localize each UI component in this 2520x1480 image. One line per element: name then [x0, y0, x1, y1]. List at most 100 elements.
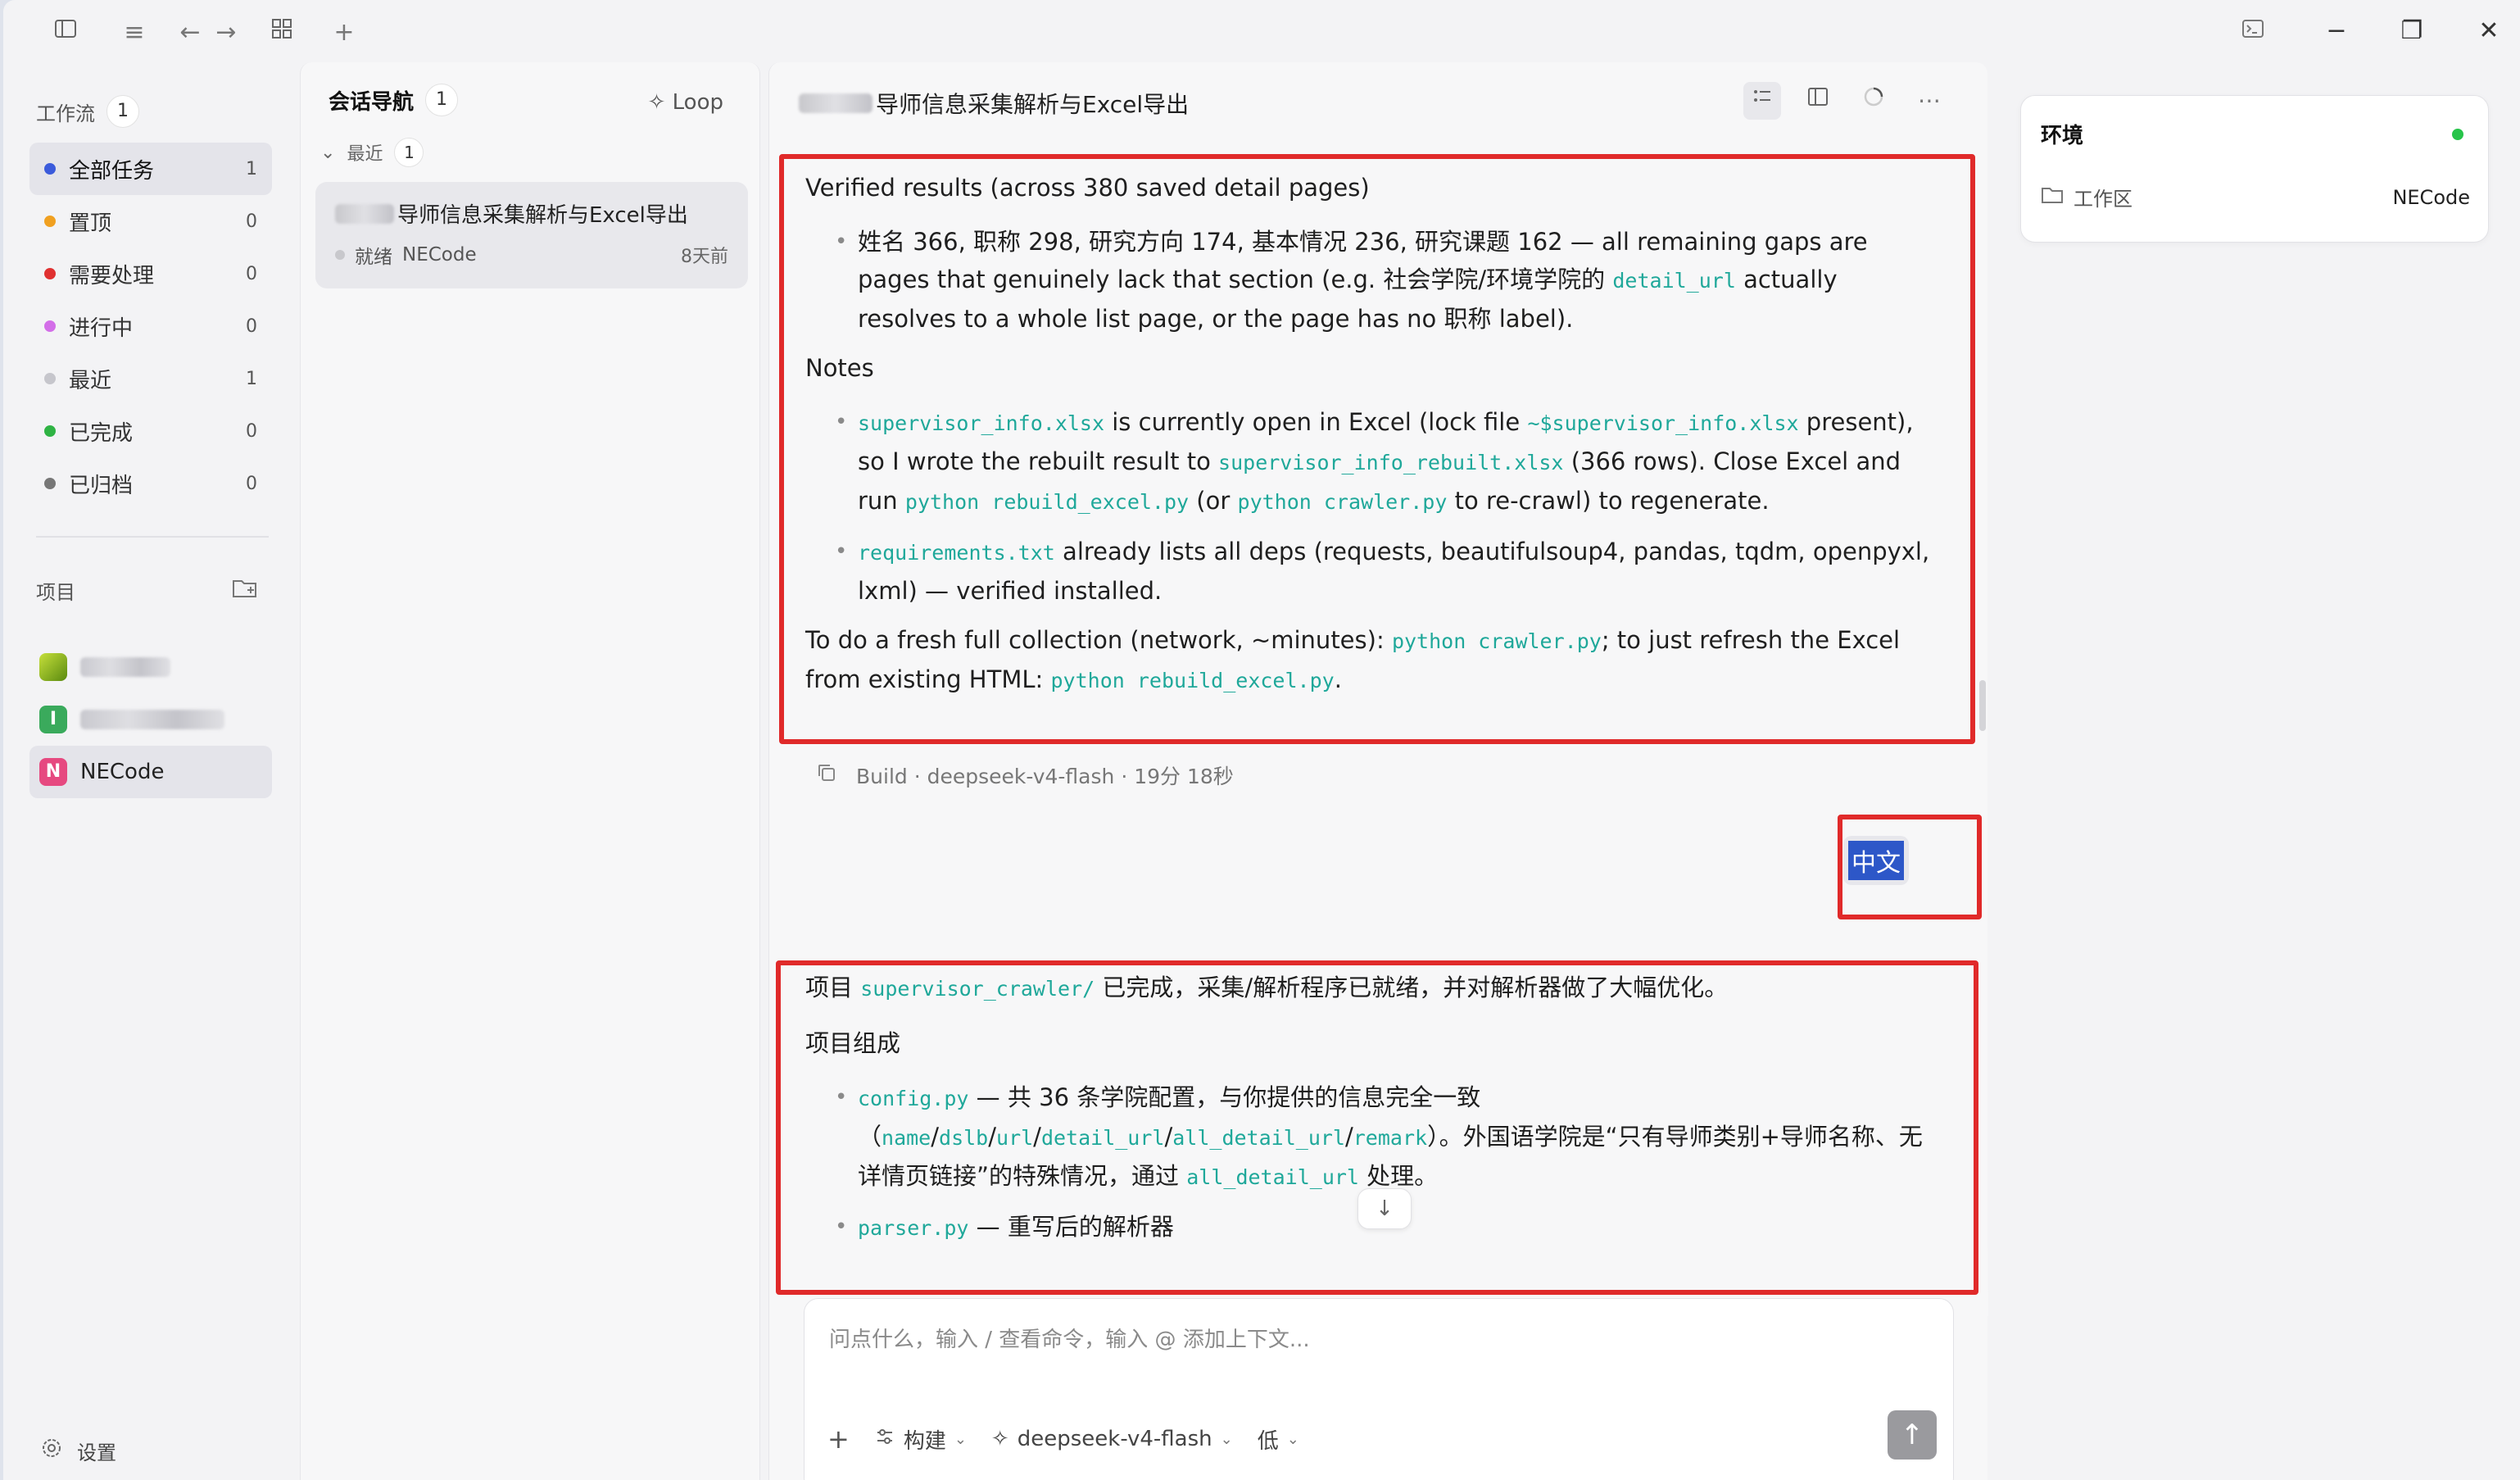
results-list: 姓名 366, 职称 298, 研究方向 174, 基本情况 236, 研究课题… [805, 223, 1936, 338]
status-dot [44, 216, 56, 227]
scroll-to-bottom-button[interactable]: ↓ [1357, 1188, 1412, 1229]
send-button[interactable]: ↑ [1888, 1410, 1937, 1460]
inline-code: dslb [939, 1126, 989, 1150]
mode-select[interactable]: 构建 ⌄ [874, 1424, 967, 1455]
inline-code: supervisor_info.xlsx [858, 411, 1105, 435]
filter-in-progress[interactable]: 进行中 0 [29, 300, 272, 352]
conv-panel-title: 会话导航 [329, 89, 415, 115]
add-icon[interactable]: + [827, 1423, 850, 1455]
forward-arrow-icon[interactable]: → [210, 16, 242, 49]
filter-archived[interactable]: 已归档 0 [29, 457, 272, 510]
status-dot [44, 478, 56, 489]
filter-needs-action[interactable]: 需要处理 0 [29, 247, 272, 300]
filter-pinned[interactable]: 置顶 0 [29, 195, 272, 247]
project-item[interactable]: I [29, 693, 272, 746]
copy-icon[interactable] [815, 761, 838, 789]
text: . [1334, 665, 1342, 693]
filter-count: 0 [246, 211, 257, 232]
conv-count: 1 [425, 84, 459, 116]
inline-code: name [882, 1126, 931, 1150]
conversation-title: 导师信息采集解析与Excel导出 [397, 203, 688, 228]
workflow-label: 工作流 [36, 102, 95, 125]
inline-code: all_detail_url [1172, 1126, 1345, 1150]
inline-code: python crawler.py [1391, 629, 1602, 653]
chat-header: 导师信息采集解析与Excel导出 [799, 87, 1189, 120]
composer-toolbar: + 构建 ⌄ ✧ deepseek-v4-flash ⌄ 低 ⌄ [827, 1423, 1299, 1455]
settings-label: 设置 [77, 1441, 116, 1464]
filter-count: 0 [246, 473, 257, 494]
filter-label: 全部任务 [69, 158, 155, 184]
inline-code: requirements.txt [858, 541, 1055, 565]
status-dot [2452, 129, 2463, 140]
filter-label: 已完成 [69, 420, 134, 446]
conversation-item[interactable]: 导师信息采集解析与Excel导出 就绪 NECode 8天前 [315, 182, 748, 288]
chevron-down-icon: ⌄ [1220, 1430, 1233, 1448]
conversation-title-row: 导师信息采集解析与Excel导出 [335, 198, 688, 229]
environment-card: 环境 工作区 NECode [2020, 95, 2489, 243]
plus-icon[interactable]: + [328, 16, 360, 49]
model-select[interactable]: ✧ deepseek-v4-flash ⌄ [991, 1427, 1233, 1451]
back-arrow-icon[interactable]: ← [174, 16, 206, 49]
level-select[interactable]: 低 ⌄ [1258, 1424, 1299, 1455]
settings-button[interactable]: 设置 [39, 1436, 116, 1465]
terminal-icon[interactable] [2237, 16, 2269, 49]
loop-button[interactable]: ✧ Loop [648, 90, 723, 115]
title-bar: ≡ ← → + − ❐ ✕ [3, 0, 2520, 62]
project-name-redacted [80, 657, 170, 677]
project-badge: I [39, 706, 67, 733]
message-input[interactable] [829, 1322, 1910, 1358]
project-item[interactable] [29, 641, 272, 693]
split-view-icon[interactable] [1799, 82, 1837, 120]
chevron-down-icon: ⌄ [954, 1430, 967, 1448]
message-footer: To do a fresh full collection (network, … [805, 621, 1936, 700]
inline-code: python rebuild_excel.py [1050, 669, 1335, 692]
conversation-status: 就绪 [355, 247, 392, 268]
level-label: 低 [1257, 1428, 1279, 1454]
inline-code: remark [1353, 1126, 1428, 1150]
projects-header: 项目 [36, 575, 259, 605]
list-item: 姓名 366, 职称 298, 研究方向 174, 基本情况 236, 研究课题… [805, 223, 1936, 338]
restore-icon[interactable]: ❐ [2387, 13, 2436, 49]
conversation-panel: 会话导航 1 ✧ Loop ⌄ 最近 1 导师信息采集解析与Excel导出 就绪… [300, 62, 760, 1480]
status-dot [335, 250, 345, 260]
filter-label: 置顶 [69, 211, 112, 236]
loading-spinner-icon [1855, 82, 1892, 120]
assistant-message: Verified results (across 380 saved detai… [805, 169, 1936, 716]
inline-code: detail_url [1040, 1126, 1165, 1150]
sliders-icon [874, 1426, 895, 1453]
status-dot [44, 268, 56, 279]
filter-all-tasks[interactable]: 全部任务 1 [29, 143, 272, 195]
menu-icon[interactable]: ≡ [118, 16, 151, 49]
filter-label: 需要处理 [69, 263, 155, 288]
scrollbar[interactable] [1979, 680, 1986, 731]
new-folder-icon[interactable] [231, 575, 259, 605]
notes-list: supervisor_info.xlsx is currently open i… [805, 403, 1936, 610]
text: 已完成，采集/解析程序已就绪，并对解析器做了大幅优化。 [1095, 974, 1729, 1001]
grid-icon[interactable] [265, 16, 298, 49]
projects-label: 项目 [36, 580, 75, 604]
text: (or [1189, 487, 1238, 515]
inline-code: detail_url [1612, 269, 1736, 293]
chevron-down-icon: ⌄ [320, 142, 336, 163]
group-recent[interactable]: ⌄ 最近 1 [320, 138, 424, 167]
inline-code: url [996, 1126, 1034, 1150]
arrow-up-icon: ↑ [1900, 1419, 1924, 1451]
close-icon[interactable]: ✕ [2464, 13, 2513, 49]
minimize-icon[interactable]: − [2312, 13, 2361, 49]
workspace-row[interactable]: 工作区 NECode [2041, 183, 2470, 211]
filter-count: 1 [246, 368, 257, 389]
inline-code: supervisor_info_rebuilt.xlsx [1218, 451, 1564, 474]
sidebar-toggle-icon[interactable] [49, 16, 82, 49]
group-count: 1 [394, 138, 424, 167]
filter-count: 0 [246, 263, 257, 284]
more-icon[interactable]: ⋯ [1910, 82, 1948, 120]
left-sidebar: 工作流 1 全部任务 1 置顶 0 需要处理 0 进行中 0 最近 1 已完成 … [3, 62, 300, 1480]
filter-completed[interactable]: 已完成 0 [29, 405, 272, 457]
model-label: deepseek-v4-flash [1017, 1427, 1212, 1451]
project-item-necode[interactable]: N NECode [29, 746, 272, 798]
sparkle-icon: ✧ [647, 90, 666, 115]
list-view-icon[interactable] [1743, 82, 1781, 120]
mode-label: 构建 [903, 1428, 946, 1454]
filter-recent[interactable]: 最近 1 [29, 352, 272, 405]
filter-count: 0 [246, 420, 257, 442]
